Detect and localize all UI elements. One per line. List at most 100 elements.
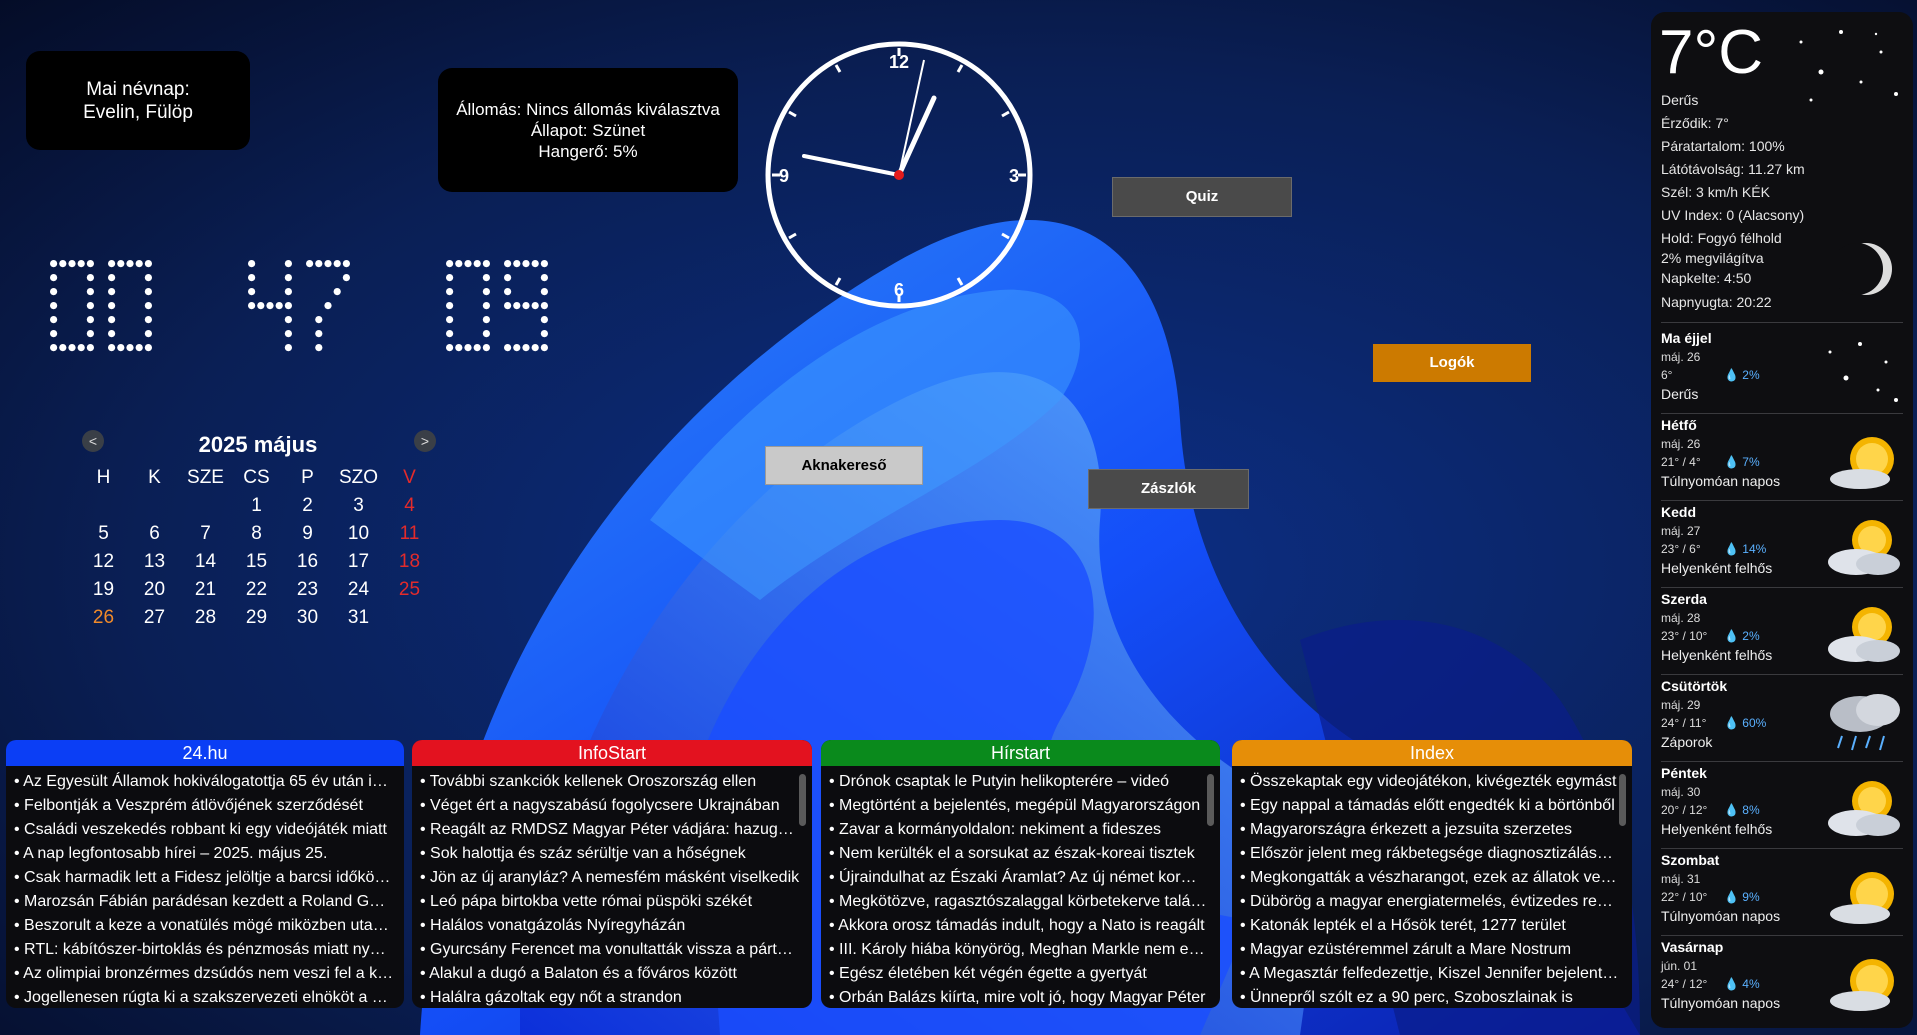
digital-clock-dot bbox=[455, 260, 463, 268]
calendar-day[interactable]: 23 bbox=[282, 578, 333, 602]
news-item[interactable]: Az olimpiai bronzérmes dzsúdós nem veszi… bbox=[14, 962, 394, 986]
quiz-button[interactable]: Quiz bbox=[1112, 177, 1292, 217]
news-item[interactable]: Megkongatták a vészharangot, ezek az áll… bbox=[1240, 866, 1620, 890]
calendar-day[interactable]: 16 bbox=[282, 550, 333, 574]
news-item[interactable]: Felbontják a Veszprém átlövőjének szerző… bbox=[14, 794, 394, 818]
news-item[interactable]: Ünnepről szólt ez a 90 perc, Szoboszlain… bbox=[1240, 986, 1620, 1008]
calendar-day[interactable]: 26 bbox=[78, 606, 129, 630]
news-item[interactable]: Csak harmadik lett a Fidesz jelöltje a b… bbox=[14, 866, 394, 890]
minesweeper-button[interactable]: Aknakereső bbox=[765, 446, 923, 485]
news-item[interactable]: Leó pápa birtokba vette római püspöki sz… bbox=[420, 890, 800, 914]
forecast-rain-chance: 💧 9% bbox=[1724, 890, 1760, 904]
forecast-rain-chance: 💧 2% bbox=[1724, 368, 1760, 382]
news-list: Drónok csaptak le Putyin helikopterére –… bbox=[821, 766, 1220, 1008]
clock-numeral-12: 12 bbox=[889, 52, 909, 72]
calendar-day[interactable]: 2 bbox=[282, 494, 333, 518]
news-item[interactable]: Jön az új aranyláz? A nemesfém másként v… bbox=[420, 866, 800, 890]
news-item[interactable]: Nem kerülték el a sorsukat az észak-kore… bbox=[829, 842, 1209, 866]
calendar-day[interactable]: 17 bbox=[333, 550, 384, 574]
forecast-temp: 20° / 12° bbox=[1661, 803, 1708, 817]
news-item[interactable]: Gyurcsány Ferencet ma vonultatták vissza… bbox=[420, 938, 800, 962]
news-item[interactable]: Dübörög a magyar energiatermelés, évtize… bbox=[1240, 890, 1620, 914]
news-list: További szankciók kellenek Oroszország e… bbox=[412, 766, 812, 1008]
news-item[interactable]: Családi veszekedés robbant ki egy videój… bbox=[14, 818, 394, 842]
news-item[interactable]: III. Károly hiába könyörög, Meghan Markl… bbox=[829, 938, 1209, 962]
news-item[interactable]: Alakul a dugó a Balaton és a főváros köz… bbox=[420, 962, 800, 986]
calendar-day[interactable]: 10 bbox=[333, 522, 384, 546]
calendar-day[interactable]: 14 bbox=[180, 550, 231, 574]
news-item[interactable]: Halálos vonatgázolás Nyíregyházán bbox=[420, 914, 800, 938]
news-item[interactable]: Véget ért a nagyszabású fogolycsere Ukra… bbox=[420, 794, 800, 818]
news-item[interactable]: Marozsán Fábián parádésan kezdett a Rola… bbox=[14, 890, 394, 914]
news-item[interactable]: Megkötözve, ragasztószalaggal körbeteker… bbox=[829, 890, 1209, 914]
calendar-day[interactable]: 25 bbox=[384, 578, 435, 602]
digital-clock-dot bbox=[248, 260, 256, 268]
logos-button[interactable]: Logók bbox=[1373, 344, 1531, 382]
calendar-day[interactable]: 24 bbox=[333, 578, 384, 602]
news-item[interactable]: Katonák lepték el a Hősök terét, 1277 te… bbox=[1240, 914, 1620, 938]
news-scrollbar[interactable] bbox=[1619, 774, 1626, 826]
calendar-day[interactable]: 31 bbox=[333, 606, 384, 630]
calendar-day[interactable]: 9 bbox=[282, 522, 333, 546]
news-item[interactable]: Zavar a kormányoldalon: nekiment a fides… bbox=[829, 818, 1209, 842]
news-item[interactable]: Egész életében két végén égette a gyerty… bbox=[829, 962, 1209, 986]
calendar-day[interactable]: 13 bbox=[129, 550, 180, 574]
calendar-day[interactable]: 1 bbox=[231, 494, 282, 518]
calendar-day[interactable]: 29 bbox=[231, 606, 282, 630]
news-item[interactable]: Beszorult a keze a vonatülés mögé miközb… bbox=[14, 914, 394, 938]
calendar-day[interactable]: 7 bbox=[180, 522, 231, 546]
digital-clock-dot bbox=[126, 260, 134, 268]
calendar-day[interactable]: 20 bbox=[129, 578, 180, 602]
news-item[interactable]: Akkora orosz támadás indult, hogy a Nato… bbox=[829, 914, 1209, 938]
news-item[interactable]: Drónok csaptak le Putyin helikopterére –… bbox=[829, 770, 1209, 794]
news-item[interactable]: Összekaptak egy videojátékon, kivégezték… bbox=[1240, 770, 1620, 794]
news-scrollbar[interactable] bbox=[799, 774, 806, 826]
calendar-day[interactable]: 19 bbox=[78, 578, 129, 602]
flags-button[interactable]: Zászlók bbox=[1088, 469, 1249, 509]
radio-widget[interactable]: Állomás: Nincs állomás kiválasztva Állap… bbox=[438, 68, 738, 192]
news-item[interactable]: A nap legfontosabb hírei – 2025. május 2… bbox=[14, 842, 394, 866]
weather-condition: Derűs bbox=[1661, 92, 1699, 108]
news-item[interactable]: További szankciók kellenek Oroszország e… bbox=[420, 770, 800, 794]
calendar-next-button[interactable]: > bbox=[414, 430, 436, 452]
news-item[interactable]: Jogellenesen rúgta ki a szakszervezeti e… bbox=[14, 986, 394, 1008]
calendar-day[interactable]: 30 bbox=[282, 606, 333, 630]
digital-clock-dot bbox=[306, 260, 314, 268]
calendar-day[interactable]: 18 bbox=[384, 550, 435, 574]
clock-hour-hand bbox=[802, 154, 901, 177]
digital-clock-dot bbox=[144, 344, 152, 352]
digital-clock-dot bbox=[446, 316, 454, 324]
news-item[interactable]: RTL: kábítószer-birtoklás és pénzmosás m… bbox=[14, 938, 394, 962]
news-item[interactable]: Megtörtént a bejelentés, megépül Magyaro… bbox=[829, 794, 1209, 818]
calendar-day[interactable]: 3 bbox=[333, 494, 384, 518]
digital-clock-dot bbox=[504, 344, 512, 352]
digital-clock-dot bbox=[482, 288, 490, 296]
news-item[interactable]: Sok halottja és száz sérültje van a hősé… bbox=[420, 842, 800, 866]
calendar-day[interactable]: 6 bbox=[129, 522, 180, 546]
digital-clock-dot bbox=[77, 344, 85, 352]
calendar-day[interactable]: 5 bbox=[78, 522, 129, 546]
news-item[interactable]: Magyar ezüstéremmel zárult a Mare Nostru… bbox=[1240, 938, 1620, 962]
news-item[interactable]: Reagált az RMDSZ Magyar Péter vádjára: h… bbox=[420, 818, 800, 842]
calendar-day[interactable]: 15 bbox=[231, 550, 282, 574]
calendar-day[interactable]: 22 bbox=[231, 578, 282, 602]
calendar-day[interactable]: 12 bbox=[78, 550, 129, 574]
calendar-day[interactable]: 4 bbox=[384, 494, 435, 518]
news-item[interactable]: Először jelent meg rákbetegsége diagnosz… bbox=[1240, 842, 1620, 866]
calendar-day[interactable]: 21 bbox=[180, 578, 231, 602]
news-item[interactable]: Magyarországra érkezett a jezsuita szerz… bbox=[1240, 818, 1620, 842]
news-item[interactable]: Az Egyesült Államok hokiválogatottja 65 … bbox=[14, 770, 394, 794]
calendar-day[interactable]: 8 bbox=[231, 522, 282, 546]
calendar-day[interactable]: 28 bbox=[180, 606, 231, 630]
news-scrollbar[interactable] bbox=[1207, 774, 1214, 826]
calendar-prev-button[interactable]: < bbox=[82, 430, 104, 452]
news-item[interactable]: Halálra gázoltak egy nőt a strandon bbox=[420, 986, 800, 1008]
news-item[interactable]: A Megasztár felfedezettje, Kiszel Jennif… bbox=[1240, 962, 1620, 986]
digital-clock-dot bbox=[513, 260, 521, 268]
news-item[interactable]: Újraindulhat az Északi Áramlat? Az új né… bbox=[829, 866, 1209, 890]
news-item[interactable]: Orbán Balázs kiírta, mire volt jó, hogy … bbox=[829, 986, 1209, 1008]
digital-clock-dot bbox=[68, 344, 76, 352]
calendar-day[interactable]: 27 bbox=[129, 606, 180, 630]
news-item[interactable]: Egy nappal a támadás előtt engedték ki a… bbox=[1240, 794, 1620, 818]
calendar-day[interactable]: 11 bbox=[384, 522, 435, 546]
